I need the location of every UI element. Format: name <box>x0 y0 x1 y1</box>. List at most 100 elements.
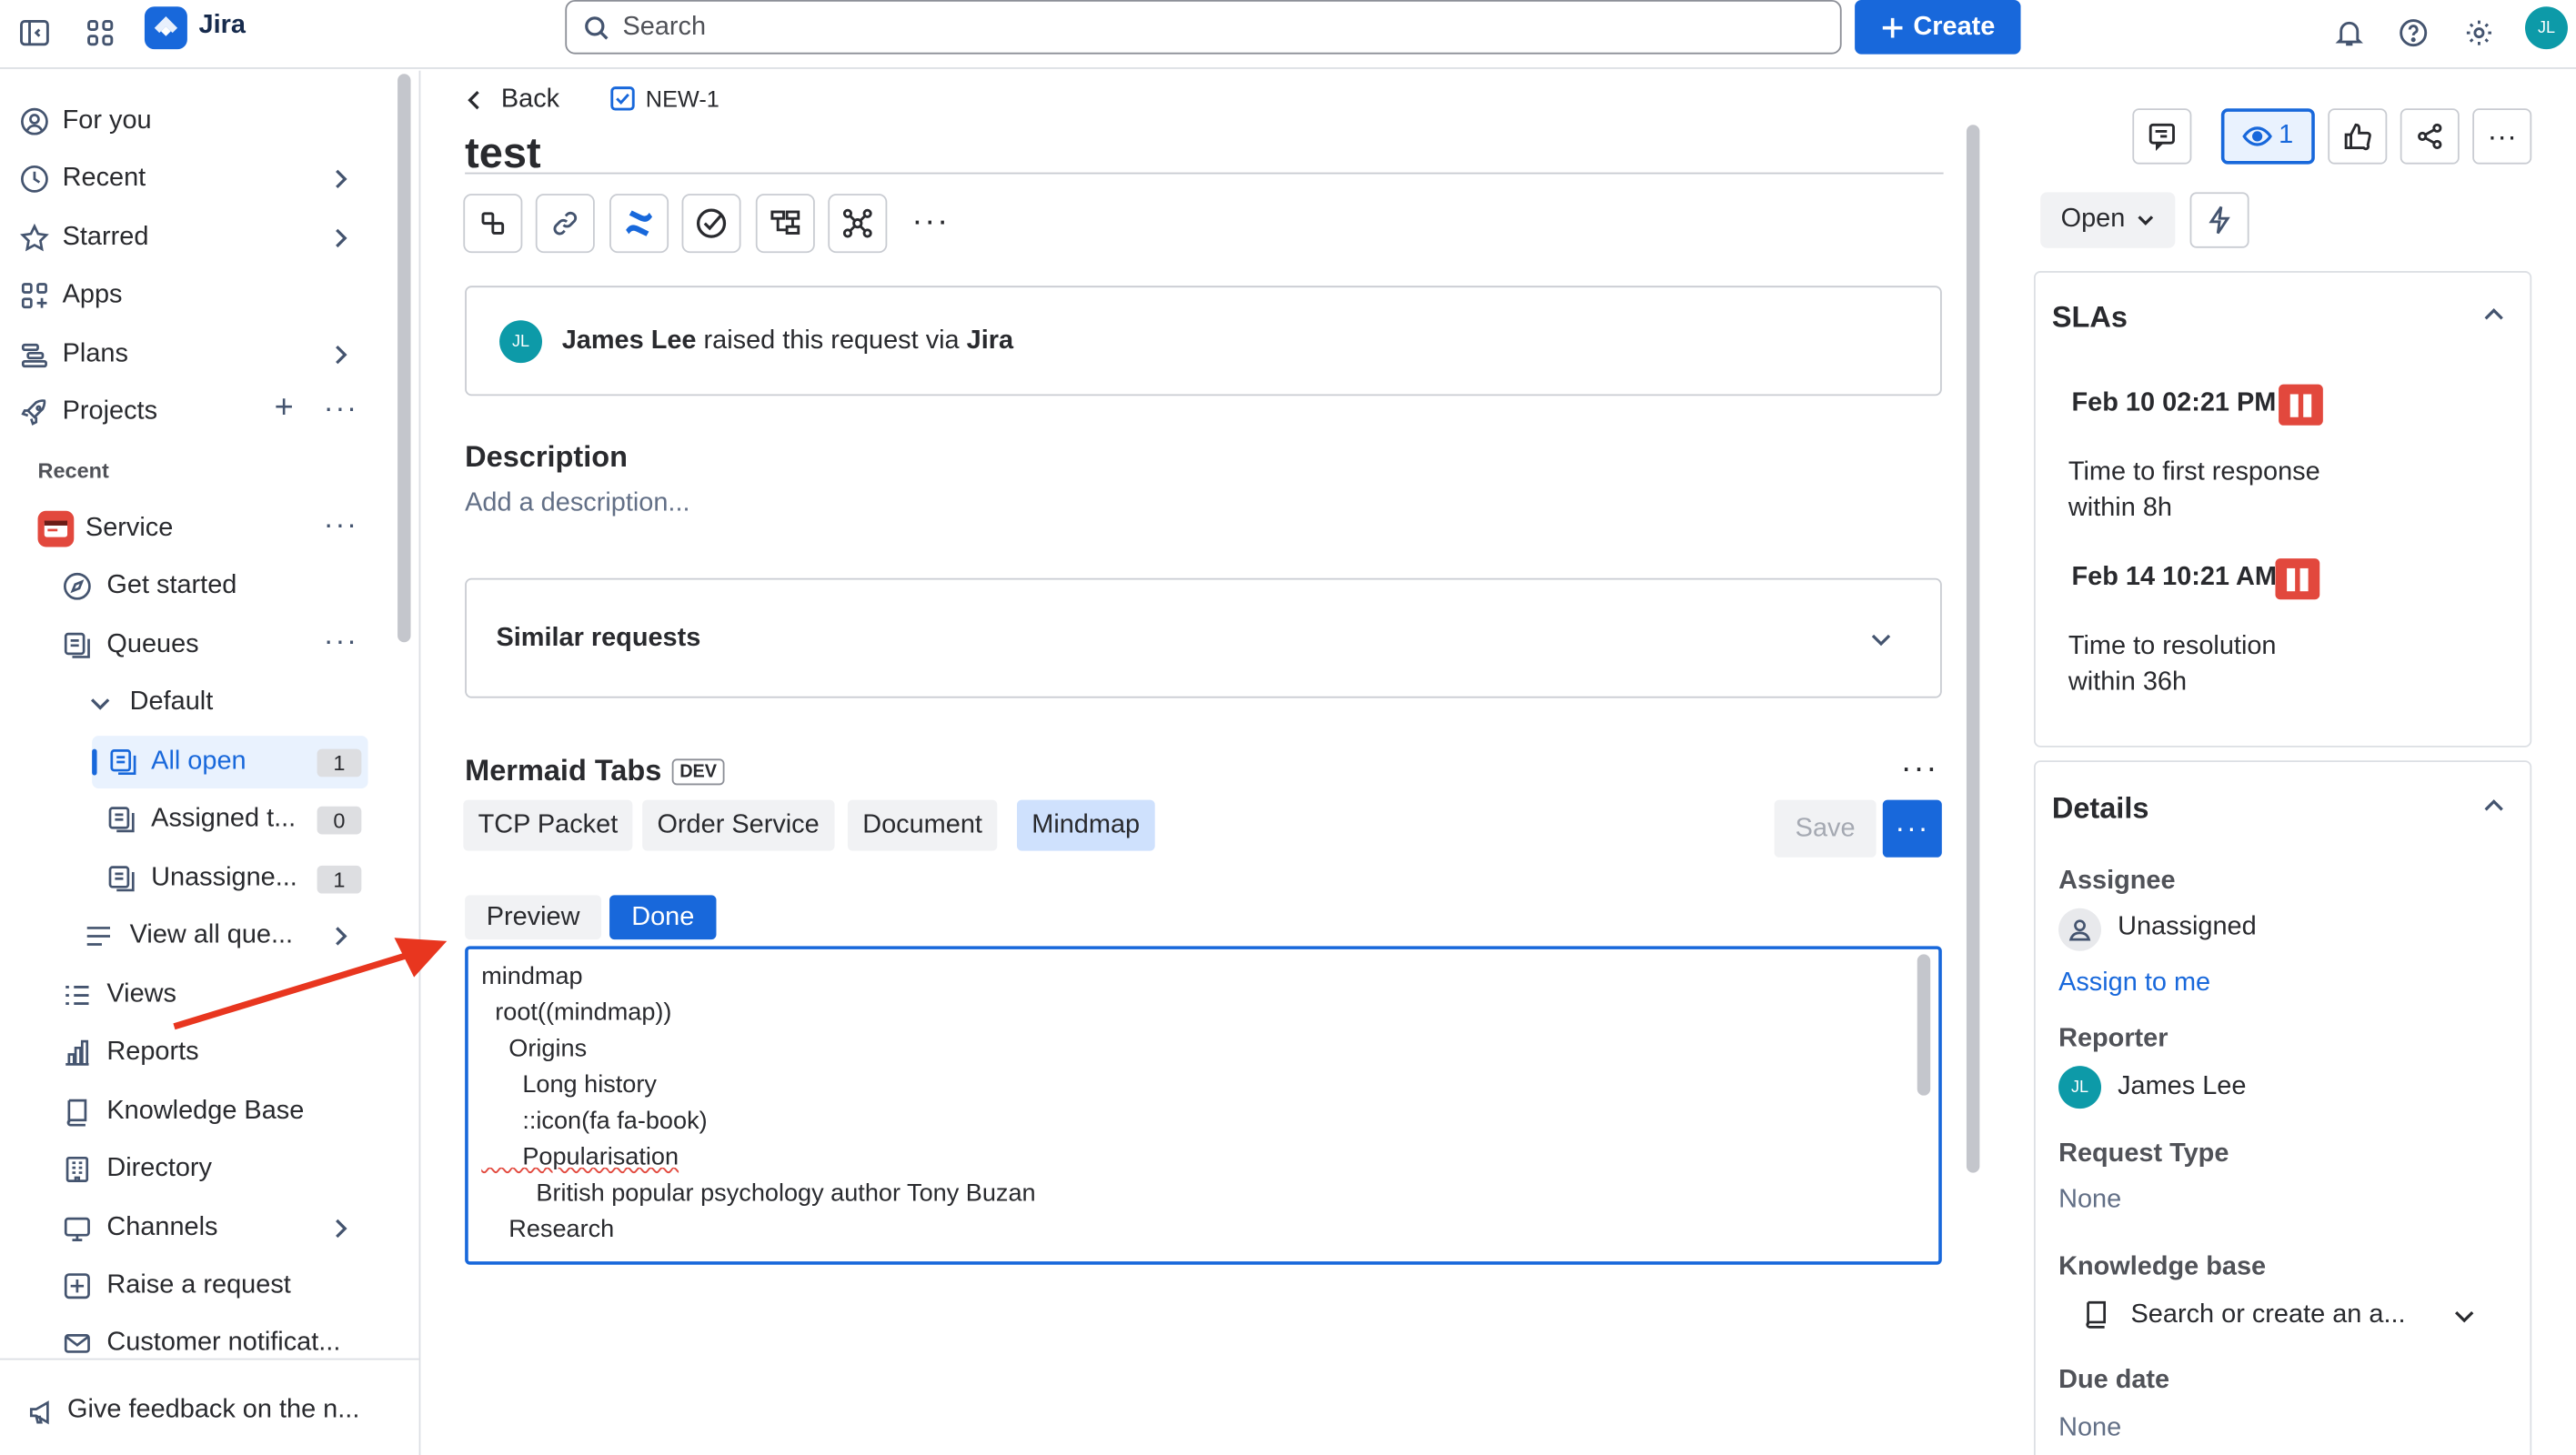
create-button[interactable]: Create <box>1855 0 2021 55</box>
confluence-icon[interactable] <box>609 194 669 254</box>
sidebar-item-apps[interactable]: Apps <box>0 271 394 320</box>
sidebar-item-unassigned[interactable]: Unassigne... 1 <box>0 854 394 903</box>
link-icon[interactable] <box>535 194 595 254</box>
assignee-value[interactable]: Unassigned <box>2118 913 2257 943</box>
plus-square-icon <box>61 1269 94 1302</box>
share-icon[interactable] <box>2400 108 2460 165</box>
watch-button[interactable]: 1 <box>2220 108 2315 165</box>
done-button[interactable]: Done <box>609 895 717 940</box>
description-field[interactable]: Add a description... <box>465 489 689 519</box>
code-line: Origins <box>481 1034 588 1063</box>
issue-title[interactable]: test <box>465 131 541 172</box>
thumbs-up-icon[interactable] <box>2328 108 2388 165</box>
apps-grid-icon <box>18 279 51 312</box>
queues-more-icon[interactable]: ··· <box>324 624 358 658</box>
sidebar-item-queues[interactable]: Queues ··· <box>0 621 394 670</box>
projects-more-icon[interactable]: ··· <box>324 391 358 426</box>
mermaid-tab-active[interactable]: Mindmap <box>1016 799 1155 851</box>
clock-icon <box>18 163 51 196</box>
more-actions-icon[interactable]: ··· <box>911 204 950 242</box>
issue-key-link[interactable]: NEW-1 <box>609 85 719 112</box>
mermaid-code-editor[interactable]: mindmap root((mindmap)) Origins Long his… <box>465 946 1942 1265</box>
sidebar-toggle-icon[interactable] <box>12 10 58 56</box>
editor-more-button[interactable]: ··· <box>1882 799 1942 858</box>
sidebar-feedback[interactable]: Give feedback on the n... <box>0 1358 419 1455</box>
app-switcher-icon[interactable] <box>77 10 124 56</box>
chevron-right-icon <box>336 228 347 248</box>
similar-requests-panel[interactable]: Similar requests <box>465 577 1942 698</box>
user-avatar[interactable]: JL <box>2525 6 2568 50</box>
status-dropdown[interactable]: Open <box>2040 192 2176 248</box>
reporter-value[interactable]: James Lee <box>2118 1072 2246 1102</box>
automation-bolt-icon[interactable] <box>2189 192 2249 248</box>
sidebar-item-plans[interactable]: Plans <box>0 330 394 379</box>
sidebar-item-recent[interactable]: Recent <box>0 155 394 204</box>
feedback-chat-icon[interactable] <box>2132 108 2192 165</box>
sidebar-item-label: Apps <box>62 280 123 309</box>
back-label: Back <box>500 85 560 114</box>
description-heading: Description <box>465 440 628 474</box>
mermaid-tabs-title: Mermaid Tabs <box>465 754 662 788</box>
checkbox-task-icon <box>610 86 635 111</box>
sidebar-item-starred[interactable]: Starred <box>0 214 394 263</box>
sidebar-item-label: Default <box>129 687 214 717</box>
mermaid-tab[interactable]: TCP Packet <box>463 799 633 851</box>
help-icon[interactable] <box>2390 10 2437 56</box>
hierarchy-icon[interactable] <box>755 194 815 254</box>
settings-gear-icon[interactable] <box>2456 10 2502 56</box>
code-line: Long history <box>481 1070 657 1099</box>
back-button[interactable]: Back <box>465 85 559 115</box>
assign-to-me-link[interactable]: Assign to me <box>2058 969 2210 999</box>
chevron-up-icon[interactable] <box>2479 792 2509 822</box>
raised-by[interactable]: James Lee <box>562 326 697 355</box>
editor-scrollbar[interactable] <box>1917 954 1931 1096</box>
sidebar-item-get-started[interactable]: Get started <box>0 562 394 611</box>
building-icon <box>61 1153 94 1186</box>
sidebar-scrollbar[interactable] <box>397 74 411 643</box>
sidebar-item-raise-request[interactable]: Raise a request <box>0 1261 394 1310</box>
more-options-icon[interactable]: ··· <box>2472 108 2532 165</box>
app-name[interactable]: Jira <box>199 12 246 42</box>
save-button[interactable]: Save <box>1774 799 1877 858</box>
sidebar-item-projects[interactable]: Projects + ··· <box>0 387 394 436</box>
knowledge-base-search[interactable]: Search or create an a... <box>2131 1300 2406 1330</box>
plans-icon <box>18 338 51 371</box>
check-circle-icon[interactable] <box>681 194 741 254</box>
sidebar-item-for-you[interactable]: For you <box>0 97 394 146</box>
sla-time: Feb 14 10:21 AM <box>2071 563 2277 592</box>
sidebar-item-service[interactable]: Service ··· <box>0 504 394 553</box>
sidebar-item-default[interactable]: Default <box>0 678 394 728</box>
sidebar-item-channels[interactable]: Channels <box>0 1204 394 1253</box>
mermaid-tab[interactable]: Order Service <box>642 799 834 851</box>
search-placeholder: Search <box>622 12 707 41</box>
rocket-icon <box>18 396 51 428</box>
sidebar-item-all-open[interactable]: All open 1 <box>92 736 368 788</box>
mermaid-tab[interactable]: Document <box>847 799 998 851</box>
jira-logo-icon[interactable] <box>144 6 187 50</box>
top-navigation-bar: Jira Search Create JL <box>0 0 2576 69</box>
service-more-icon[interactable]: ··· <box>324 507 358 542</box>
add-child-issue-icon[interactable] <box>463 194 523 254</box>
preview-button[interactable]: Preview <box>465 895 602 940</box>
sidebar-item-label: For you <box>62 106 152 135</box>
sidebar-item-label: Raise a request <box>106 1270 291 1299</box>
mermaid-more-icon[interactable]: ··· <box>1901 750 1939 788</box>
notifications-bell-icon[interactable] <box>2326 10 2372 56</box>
due-date-value[interactable]: None <box>2058 1414 2121 1444</box>
sidebar-item-label: Plans <box>62 339 128 368</box>
add-project-plus-icon[interactable]: + <box>275 389 294 427</box>
sidebar-item-directory[interactable]: Directory <box>0 1145 394 1194</box>
graph-nodes-icon[interactable] <box>828 194 888 254</box>
reporter-avatar[interactable]: JL <box>499 320 543 364</box>
main-scrollbar[interactable] <box>1966 125 1980 1173</box>
sidebar-item-assigned[interactable]: Assigned t... 0 <box>0 795 394 844</box>
request-type-value[interactable]: None <box>2058 1186 2121 1216</box>
search-input[interactable]: Search <box>565 0 1842 55</box>
chevron-up-icon[interactable] <box>2479 301 2509 331</box>
chevron-right-icon <box>336 1219 347 1239</box>
queue-icon <box>61 629 94 662</box>
book-icon <box>61 1096 94 1129</box>
chevron-down-icon[interactable] <box>2453 1304 2476 1327</box>
sidebar-item-knowledge-base[interactable]: Knowledge Base <box>0 1088 394 1137</box>
request-type-label: Request Type <box>2058 1139 2229 1169</box>
